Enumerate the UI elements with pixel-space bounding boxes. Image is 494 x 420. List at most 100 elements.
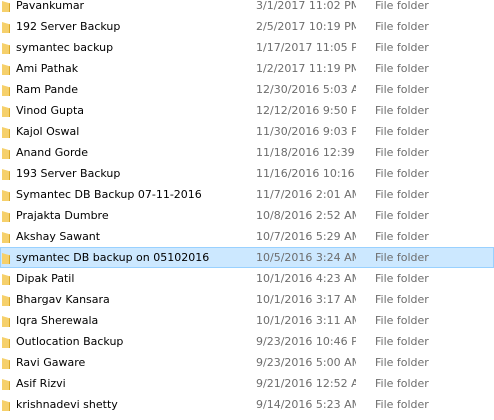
date-modified: 1/17/2017 11:05 PM xyxy=(256,41,356,54)
date-modified: 2/5/2017 10:19 PM xyxy=(256,20,356,33)
file-row[interactable]: Ami Pathak 1/2/2017 11:19 PM File folder xyxy=(0,58,494,79)
file-name: Ami Pathak xyxy=(16,62,79,75)
folder-icon xyxy=(2,253,10,264)
folder-icon xyxy=(2,358,10,369)
file-type: File folder xyxy=(375,125,429,138)
date-modified: 11/7/2016 2:01 AM xyxy=(256,188,356,201)
date-modified: 10/5/2016 3:24 AM xyxy=(256,251,356,264)
date-modified: 12/12/2016 9:50 PM xyxy=(256,104,356,117)
file-type: File folder xyxy=(375,167,429,180)
file-name: Symantec DB Backup 07-11-2016 xyxy=(16,188,202,201)
file-type: File folder xyxy=(375,209,429,222)
file-name: Pavankumar xyxy=(16,0,85,12)
file-type: File folder xyxy=(375,314,429,327)
file-name: Bhargav Kansara xyxy=(16,293,110,306)
file-row[interactable]: Kajol Oswal 11/30/2016 9:03 PM File folder xyxy=(0,121,494,142)
date-modified: 10/8/2016 2:52 AM xyxy=(256,209,356,222)
folder-icon xyxy=(2,190,10,201)
file-row[interactable]: Symantec DB Backup 07-11-2016 11/7/2016 2… xyxy=(0,184,494,205)
file-name: Asif Rizvi xyxy=(16,377,66,390)
file-row[interactable]: Ram Pande 12/30/2016 5:03 AM File folder xyxy=(0,79,494,100)
file-row[interactable]: Akshay Sawant 10/7/2016 5:29 AM File folde… xyxy=(0,226,494,247)
file-row[interactable]: Iqra Sherewala 10/1/2016 3:11 AM File fold… xyxy=(0,310,494,331)
file-name: Prajakta Dumbre xyxy=(16,209,109,222)
file-type: File folder xyxy=(375,356,429,369)
file-type: File folder xyxy=(375,41,429,54)
file-type: File folder xyxy=(375,230,429,243)
folder-icon xyxy=(2,232,10,243)
date-modified: 10/1/2016 3:17 AM xyxy=(256,293,356,306)
file-row[interactable]: Prajakta Dumbre 10/8/2016 2:52 AM File fol… xyxy=(0,205,494,226)
file-row[interactable]: 193 Server Backup 11/16/2016 10:16 ... Fil… xyxy=(0,163,494,184)
file-name: symantec backup xyxy=(16,41,114,54)
file-row[interactable]: Outlocation Backup 9/23/2016 10:46 PM File… xyxy=(0,331,494,352)
file-name: 193 Server Backup xyxy=(16,167,121,180)
folder-icon xyxy=(2,148,10,159)
file-name: Anand Gorde xyxy=(16,146,89,159)
folder-icon xyxy=(2,106,10,117)
file-row[interactable]: Anand Gorde 11/18/2016 12:39 ... File fold… xyxy=(0,142,494,163)
file-type: File folder xyxy=(375,251,429,264)
file-type: File folder xyxy=(375,398,429,411)
file-row[interactable]: Vinod Gupta 12/12/2016 9:50 PM File folder xyxy=(0,100,494,121)
file-name: Kajol Oswal xyxy=(16,125,80,138)
date-modified: 10/7/2016 5:29 AM xyxy=(256,230,356,243)
folder-icon xyxy=(2,85,10,96)
date-modified: 11/18/2016 12:39 ... xyxy=(256,146,356,159)
file-type: File folder xyxy=(375,0,429,12)
folder-icon xyxy=(2,22,10,33)
folder-icon xyxy=(2,295,10,306)
file-name: Ravi Gaware xyxy=(16,356,86,369)
file-type: File folder xyxy=(375,272,429,285)
file-name: Dipak Patil xyxy=(16,272,75,285)
date-modified: 10/1/2016 3:11 AM xyxy=(256,314,356,327)
folder-icon xyxy=(2,316,10,327)
folder-icon xyxy=(2,127,10,138)
date-modified: 12/30/2016 5:03 AM xyxy=(256,83,356,96)
file-row[interactable]: Dipak Patil 10/1/2016 4:23 AM File folder xyxy=(0,268,494,289)
file-list[interactable]: Pavankumar 3/1/2017 11:02 PM File folder 19… xyxy=(0,0,494,415)
file-type: File folder xyxy=(375,104,429,117)
file-name: Akshay Sawant xyxy=(16,230,101,243)
file-name: 192 Server Backup xyxy=(16,20,121,33)
date-modified: 9/14/2016 5:23 AM xyxy=(256,398,356,411)
date-modified: 3/1/2017 11:02 PM xyxy=(256,0,356,12)
file-row[interactable]: Ravi Gaware 9/23/2016 5:00 AM File folder xyxy=(0,352,494,373)
folder-icon xyxy=(2,274,10,285)
file-type: File folder xyxy=(375,293,429,306)
date-modified: 10/1/2016 4:23 AM xyxy=(256,272,356,285)
file-row[interactable]: Bhargav Kansara 10/1/2016 3:17 AM File fol… xyxy=(0,289,494,310)
file-name: Iqra Sherewala xyxy=(16,314,99,327)
file-type: File folder xyxy=(375,377,429,390)
file-type: File folder xyxy=(375,188,429,201)
file-row[interactable]: symantec backup 1/17/2017 11:05 PM File fo… xyxy=(0,37,494,58)
folder-icon xyxy=(2,64,10,75)
folder-icon xyxy=(2,1,10,12)
file-type: File folder xyxy=(375,146,429,159)
file-row-selected[interactable]: symantec DB backup on 05102016 10/5/2016 … xyxy=(0,247,494,268)
file-row[interactable]: 192 Server Backup 2/5/2017 10:19 PM File f… xyxy=(0,16,494,37)
folder-icon xyxy=(2,400,10,411)
date-modified: 1/2/2017 11:19 PM xyxy=(256,62,356,75)
folder-icon xyxy=(2,379,10,390)
folder-icon xyxy=(2,211,10,222)
folder-icon xyxy=(2,43,10,54)
file-name: Vinod Gupta xyxy=(16,104,85,117)
file-type: File folder xyxy=(375,335,429,348)
file-row[interactable]: Pavankumar 3/1/2017 11:02 PM File folder xyxy=(0,0,494,16)
file-type: File folder xyxy=(375,62,429,75)
date-modified: 11/30/2016 9:03 PM xyxy=(256,125,356,138)
file-type: File folder xyxy=(375,83,429,96)
file-name: Outlocation Backup xyxy=(16,335,124,348)
file-name: symantec DB backup on 05102016 xyxy=(16,251,210,264)
file-name: krishnadevi shetty xyxy=(16,398,118,411)
file-row[interactable]: Asif Rizvi 9/21/2016 12:52 AM File folder xyxy=(0,373,494,394)
file-name: Ram Pande xyxy=(16,83,78,96)
folder-icon xyxy=(2,169,10,180)
file-type: File folder xyxy=(375,20,429,33)
date-modified: 9/23/2016 10:46 PM xyxy=(256,335,356,348)
file-row[interactable]: krishnadevi shetty 9/14/2016 5:23 AM File … xyxy=(0,394,494,415)
date-modified: 9/21/2016 12:52 AM xyxy=(256,377,356,390)
date-modified: 11/16/2016 10:16 ... xyxy=(256,167,356,180)
folder-icon xyxy=(2,337,10,348)
